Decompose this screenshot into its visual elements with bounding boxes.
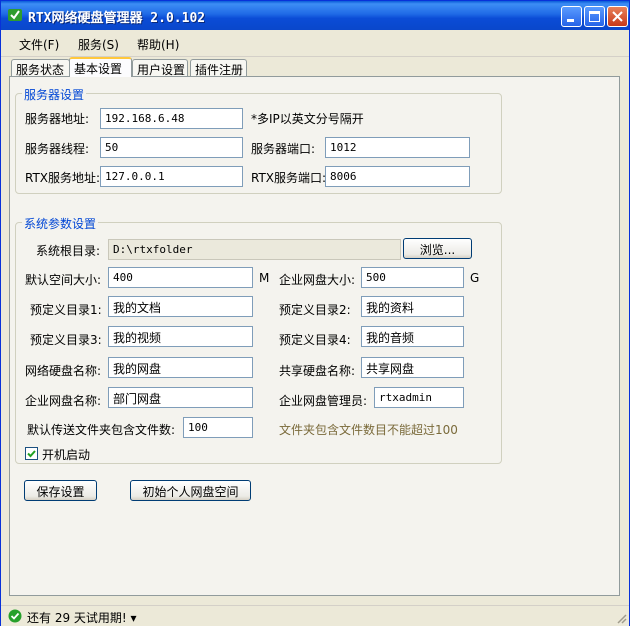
close-button[interactable] bbox=[607, 6, 628, 27]
ent-disk-size-unit: G bbox=[470, 271, 480, 285]
server-settings-legend: 服务器设置 bbox=[22, 86, 87, 103]
ent-disk-size-input[interactable]: 500 bbox=[361, 267, 464, 288]
system-settings-legend: 系统参数设置 bbox=[22, 215, 99, 232]
autostart-checkbox[interactable] bbox=[25, 447, 38, 460]
rtx-address-label: RTX服务地址: bbox=[25, 171, 101, 185]
rtx-address-input[interactable]: 127.0.0.1 bbox=[100, 166, 243, 187]
ent-admin-label: 企业网盘管理员: bbox=[279, 394, 368, 408]
share-disk-name-input[interactable]: 共享网盘 bbox=[361, 357, 464, 378]
maximize-button[interactable] bbox=[584, 6, 605, 27]
tab-user-settings[interactable]: 用户设置 bbox=[132, 59, 188, 77]
server-address-input[interactable]: 192.168.6.48 bbox=[100, 108, 243, 129]
status-bar: 还有 29 天试用期! ▾ bbox=[1, 605, 629, 626]
rtx-port-input[interactable]: 8006 bbox=[325, 166, 470, 187]
tab-service-status[interactable]: 服务状态 bbox=[11, 59, 70, 77]
dir2-input[interactable]: 我的资料 bbox=[361, 296, 464, 317]
basic-settings-panel: 服务器设置 服务器地址: 192.168.6.48 *多IP以英文分号隔开 服务… bbox=[9, 76, 620, 596]
share-disk-name-label: 共享硬盘名称: bbox=[279, 364, 356, 378]
menu-help[interactable]: 帮助(H) bbox=[137, 36, 179, 53]
checkmark-icon bbox=[27, 450, 36, 458]
menu-service[interactable]: 服务(S) bbox=[78, 36, 119, 53]
dir1-label: 预定义目录1: bbox=[30, 303, 102, 317]
dir4-label: 预定义目录4: bbox=[279, 333, 351, 347]
save-settings-button[interactable]: 保存设置 bbox=[24, 480, 97, 501]
dir3-label: 预定义目录3: bbox=[30, 333, 102, 347]
title-bar[interactable]: RTX网络硬盘管理器 2.0.102 bbox=[1, 1, 629, 30]
app-window: RTX网络硬盘管理器 2.0.102 文件(F) 服务(S) 帮助(H) 服务状… bbox=[0, 0, 630, 626]
menu-file[interactable]: 文件(F) bbox=[19, 36, 59, 53]
root-dir-label: 系统根目录: bbox=[36, 244, 101, 258]
tab-basic-settings[interactable]: 基本设置 bbox=[69, 57, 132, 77]
max-files-label: 默认传送文件夹包含文件数: bbox=[27, 423, 176, 437]
minimize-button[interactable] bbox=[561, 6, 582, 27]
server-port-label: 服务器端口: bbox=[251, 142, 316, 156]
server-threads-input[interactable]: 50 bbox=[100, 137, 243, 158]
dir1-input[interactable]: 我的文档 bbox=[108, 296, 253, 317]
app-icon bbox=[8, 9, 22, 21]
net-disk-name-label: 网络硬盘名称: bbox=[25, 364, 102, 378]
rtx-port-label: RTX服务端口: bbox=[251, 171, 327, 185]
maximize-icon bbox=[589, 11, 600, 22]
tab-plugin-register[interactable]: 插件注册 bbox=[190, 59, 247, 77]
max-files-input[interactable]: 100 bbox=[183, 417, 253, 438]
net-disk-name-input[interactable]: 我的网盘 bbox=[108, 357, 253, 378]
max-files-hint: 文件夹包含文件数目不能超过100 bbox=[279, 423, 458, 437]
dir2-label: 预定义目录2: bbox=[279, 303, 351, 317]
trial-status-text[interactable]: 还有 29 天试用期! ▾ bbox=[27, 609, 137, 626]
server-port-input[interactable]: 1012 bbox=[325, 137, 470, 158]
menu-bar: 文件(F) 服务(S) 帮助(H) bbox=[1, 30, 629, 57]
ent-disk-size-label: 企业网盘大小: bbox=[279, 273, 356, 287]
default-space-unit: M bbox=[259, 271, 270, 285]
init-personal-space-button[interactable]: 初始个人网盘空间 bbox=[130, 480, 251, 501]
window-title: RTX网络硬盘管理器 2.0.102 bbox=[28, 11, 206, 26]
dir4-input[interactable]: 我的音频 bbox=[361, 326, 464, 347]
dir3-input[interactable]: 我的视频 bbox=[108, 326, 253, 347]
default-space-label: 默认空间大小: bbox=[25, 273, 102, 287]
check-circle-icon bbox=[8, 609, 22, 623]
minimize-icon bbox=[567, 19, 574, 22]
multi-ip-hint: *多IP以英文分号隔开 bbox=[251, 112, 364, 126]
default-space-input[interactable]: 400 bbox=[108, 267, 253, 288]
root-dir-input[interactable]: D:\rtxfolder bbox=[108, 239, 401, 260]
browse-button[interactable]: 浏览... bbox=[403, 238, 472, 259]
autostart-label[interactable]: 开机启动 bbox=[42, 446, 90, 463]
resize-grip-icon[interactable] bbox=[615, 612, 627, 624]
server-address-label: 服务器地址: bbox=[25, 112, 90, 126]
ent-disk-name-label: 企业网盘名称: bbox=[25, 394, 102, 408]
server-threads-label: 服务器线程: bbox=[25, 142, 90, 156]
ent-disk-name-input[interactable]: 部门网盘 bbox=[108, 387, 253, 408]
ent-admin-input[interactable]: rtxadmin bbox=[374, 387, 464, 408]
close-icon bbox=[612, 11, 623, 22]
